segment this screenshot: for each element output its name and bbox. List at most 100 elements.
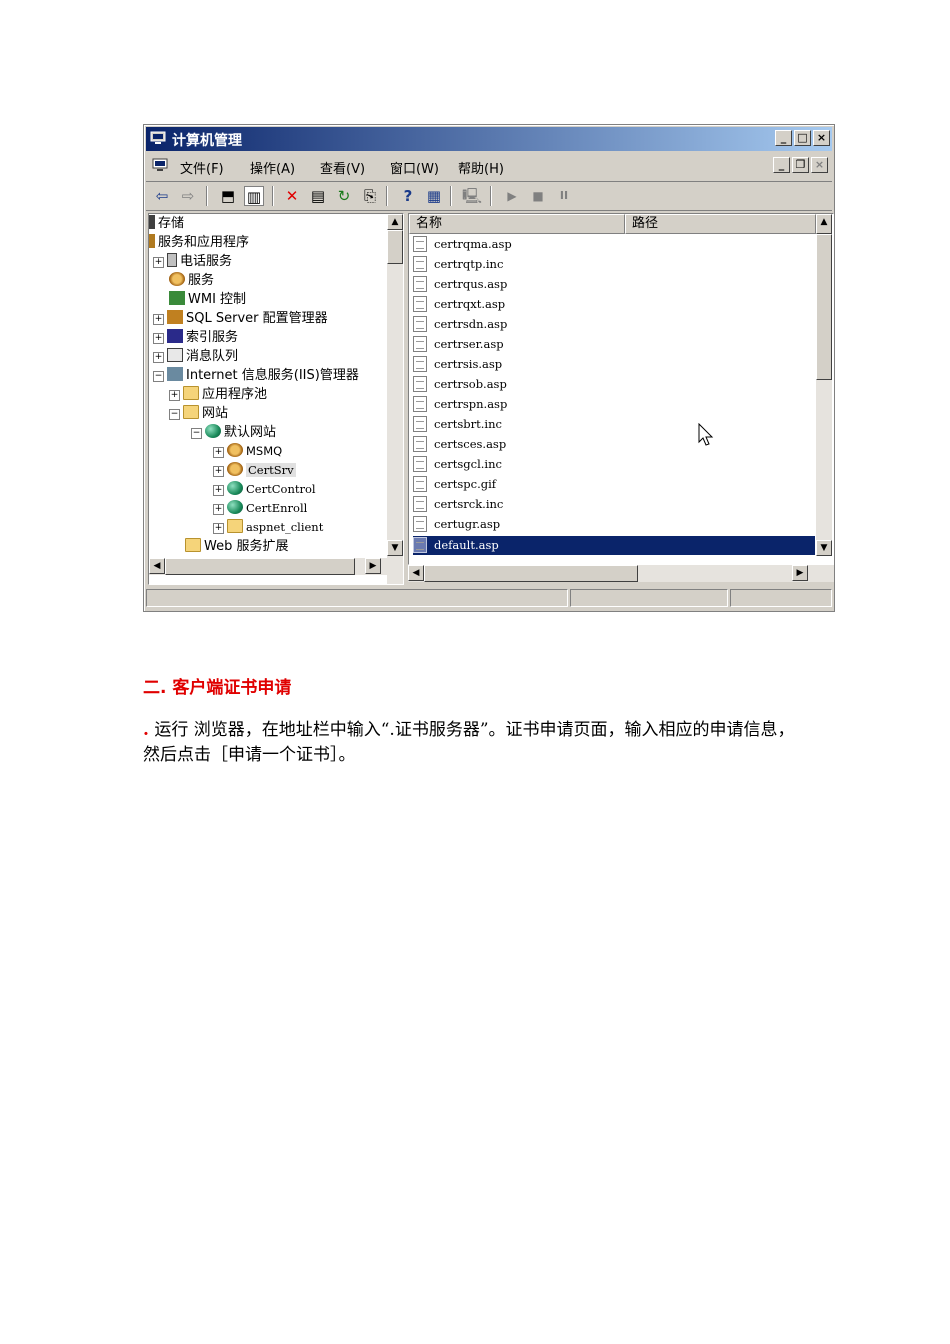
tree-item-indexing[interactable]: + 索引服务 xyxy=(153,328,238,347)
mouse-cursor-icon xyxy=(698,423,714,446)
tree-item-sql-server[interactable]: + SQL Server 配置管理器 xyxy=(153,309,328,328)
expand-icon[interactable]: + xyxy=(213,523,224,534)
collapse-icon[interactable]: − xyxy=(153,371,164,382)
tree-item-web-service-extensions[interactable]: Web 服务扩展 xyxy=(185,537,288,556)
scroll-up-button[interactable]: ▲ xyxy=(387,214,403,230)
forward-icon[interactable]: ⇨ xyxy=(178,186,198,206)
mdi-minimize-button[interactable]: _ xyxy=(773,157,790,173)
tree-horizontal-scrollbar[interactable]: ◀ ▶ xyxy=(149,558,387,575)
scroll-right-button[interactable]: ▶ xyxy=(792,565,808,581)
scroll-down-button[interactable]: ▼ xyxy=(387,540,403,556)
mdi-restore-button[interactable]: ❐ xyxy=(792,157,809,173)
list-item-selected[interactable]: default.asp xyxy=(413,536,815,555)
tree-item-services[interactable]: 服务 xyxy=(169,271,214,290)
scroll-thumb[interactable] xyxy=(816,234,832,380)
menu-help[interactable]: 帮助(H) xyxy=(458,158,504,177)
details-list[interactable]: 名称 路径 ▲ certrqma.asp certrqtp.inc certrq… xyxy=(408,213,834,565)
pause-icon[interactable]: II xyxy=(554,186,574,206)
list-item[interactable]: certugr.asp xyxy=(413,515,815,534)
tree-item-storage[interactable]: 存储 xyxy=(149,214,184,233)
menu-view[interactable]: 查看(V) xyxy=(320,158,365,177)
iis-icon xyxy=(167,367,183,381)
scroll-up-button[interactable]: ▲ xyxy=(816,214,832,234)
tree-item-telephony[interactable]: + 电话服务 xyxy=(153,252,232,271)
start-icon[interactable]: ▶ xyxy=(502,186,522,206)
computer-icon[interactable]: 🖳 xyxy=(462,186,482,206)
console-tree[interactable]: 存储 服务和应用程序 + 电话服务 服务 WMI 控制 + SQL Server 配… xyxy=(148,213,404,585)
stop-icon[interactable]: ■ xyxy=(528,186,548,206)
tree-item-msmq[interactable]: + MSMQ xyxy=(213,442,282,461)
column-header-name[interactable]: 名称 xyxy=(409,214,625,234)
tree-item-aspnet-client[interactable]: + aspnet_client xyxy=(213,518,323,537)
expand-icon[interactable]: + xyxy=(213,466,224,477)
list-item[interactable]: certrqma.asp xyxy=(413,235,815,254)
mdi-close-button[interactable]: × xyxy=(811,157,828,173)
tree-item-app-pools[interactable]: + 应用程序池 xyxy=(169,385,267,404)
export-list-icon[interactable]: ⎘ xyxy=(360,186,380,206)
menu-action[interactable]: 操作(A) xyxy=(250,158,295,177)
file-icon xyxy=(413,256,427,272)
scroll-thumb[interactable] xyxy=(387,230,403,264)
expand-icon[interactable]: + xyxy=(213,447,224,458)
tree-item-websites[interactable]: − 网站 xyxy=(169,404,228,423)
scroll-left-button[interactable]: ◀ xyxy=(149,558,165,574)
tree-vertical-scrollbar[interactable]: ▲ ▼ xyxy=(387,214,403,584)
file-icon xyxy=(413,396,427,412)
maximize-button[interactable]: □ xyxy=(794,130,811,146)
expand-icon[interactable]: + xyxy=(153,352,164,363)
back-icon[interactable]: ⇦ xyxy=(152,186,172,206)
list-item[interactable]: certrqtp.inc xyxy=(413,255,815,274)
show-tree-icon[interactable]: ▥ xyxy=(244,186,264,206)
menu-file[interactable]: 文件(F) xyxy=(180,158,224,177)
collapse-icon[interactable]: − xyxy=(191,428,202,439)
list-item[interactable]: certrsob.asp xyxy=(413,375,815,394)
title-bar[interactable]: 计算机管理 _ □ × xyxy=(146,127,832,151)
scroll-left-button[interactable]: ◀ xyxy=(408,565,424,581)
scroll-thumb[interactable] xyxy=(165,558,355,575)
tree-item-services-apps[interactable]: 服务和应用程序 xyxy=(149,233,249,252)
tree-item-iis-manager[interactable]: − Internet 信息服务(IIS)管理器 xyxy=(153,366,359,385)
list-item[interactable]: certsgcl.inc xyxy=(413,455,815,474)
scroll-down-button[interactable]: ▼ xyxy=(816,540,832,556)
collapse-icon[interactable]: − xyxy=(169,409,180,420)
console-icon[interactable] xyxy=(152,158,168,172)
scroll-right-button[interactable]: ▶ xyxy=(365,558,381,574)
list-item[interactable]: certrser.asp xyxy=(413,335,815,354)
list-item[interactable]: certrsis.asp xyxy=(413,355,815,374)
status-bar xyxy=(146,587,832,609)
file-icon xyxy=(413,296,427,312)
tree-item-wmi[interactable]: WMI 控制 xyxy=(169,290,246,309)
tree-item-certcontrol[interactable]: + CertControl xyxy=(213,480,316,499)
properties-icon[interactable]: ▤ xyxy=(308,186,328,206)
expand-icon[interactable]: + xyxy=(213,504,224,515)
expand-icon[interactable]: + xyxy=(153,314,164,325)
list-horizontal-scrollbar[interactable]: ◀ ▶ xyxy=(408,565,834,582)
scroll-thumb[interactable] xyxy=(424,565,638,582)
tree-item-certenroll[interactable]: + CertEnroll xyxy=(213,499,307,518)
list-item[interactable]: certsrck.inc xyxy=(413,495,815,514)
minimize-button[interactable]: _ xyxy=(775,130,792,146)
list-vertical-scrollbar[interactable] xyxy=(816,234,832,540)
tree-item-certsrv[interactable]: + CertSrv xyxy=(213,461,296,480)
tree-item-message-queue[interactable]: + 消息队列 xyxy=(153,347,238,366)
list-item[interactable]: certrqus.asp xyxy=(413,275,815,294)
list-item[interactable]: certrspn.asp xyxy=(413,395,815,414)
refresh-icon[interactable]: ↻ xyxy=(334,186,354,206)
expand-icon[interactable]: + xyxy=(153,333,164,344)
tree-item-default-website[interactable]: − 默认网站 xyxy=(191,423,276,442)
console-view-icon[interactable]: ▦ xyxy=(424,186,444,206)
column-header-path[interactable]: 路径 xyxy=(625,214,816,234)
list-item[interactable]: certsces.asp xyxy=(413,435,815,454)
list-item[interactable]: certsbrt.inc xyxy=(413,415,815,434)
help-icon[interactable]: ? xyxy=(398,186,418,206)
list-item[interactable]: certspc.gif xyxy=(413,475,815,494)
menu-window[interactable]: 窗口(W) xyxy=(390,158,439,177)
expand-icon[interactable]: + xyxy=(153,257,164,268)
list-item[interactable]: certrsdn.asp xyxy=(413,315,815,334)
up-level-icon[interactable]: ⬒ xyxy=(218,186,238,206)
expand-icon[interactable]: + xyxy=(169,390,180,401)
list-item[interactable]: certrqxt.asp xyxy=(413,295,815,314)
close-button[interactable]: × xyxy=(813,130,830,146)
expand-icon[interactable]: + xyxy=(213,485,224,496)
delete-icon[interactable]: ✕ xyxy=(282,186,302,206)
